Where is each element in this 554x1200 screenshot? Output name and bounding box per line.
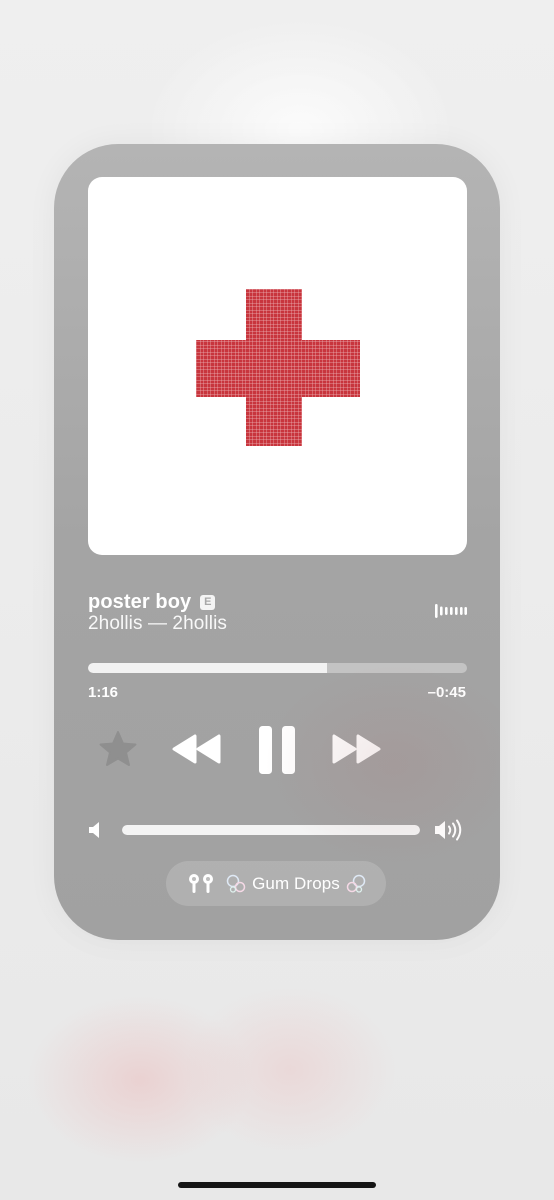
elapsed-time: 1:16	[88, 684, 119, 701]
track-title-row[interactable]: poster boy E	[88, 588, 216, 616]
airpods-icon	[189, 873, 214, 893]
volume-low-icon	[89, 822, 99, 838]
track-title: poster boy	[88, 590, 192, 613]
now-playing-card: poster boy E 2hollis — 2hollis 1:16 –0:4…	[54, 144, 500, 940]
fast-forward-icon	[332, 734, 381, 764]
artist-album-link[interactable]: 2hollis — 2hollis	[88, 613, 227, 635]
home-indicator[interactable]	[178, 1182, 376, 1188]
remaining-time: –0:45	[427, 684, 466, 701]
pause-button[interactable]	[254, 724, 300, 776]
favorite-star-button[interactable]	[98, 729, 138, 769]
playback-scrubber[interactable]	[88, 663, 467, 673]
rewind-button[interactable]	[169, 730, 225, 768]
star-icon	[99, 731, 137, 766]
pause-icon	[259, 726, 295, 774]
album-artwork[interactable]	[88, 177, 467, 555]
explicit-badge: E	[200, 594, 216, 610]
playback-progress-fill	[88, 663, 327, 673]
audio-output-picker[interactable]: Gum Drops	[166, 861, 386, 906]
bubbles-icon	[226, 874, 246, 893]
volume-high-icon	[435, 819, 462, 841]
fast-forward-button[interactable]	[328, 730, 384, 768]
bubbles-icon	[346, 874, 366, 893]
volume-slider[interactable]	[122, 825, 420, 835]
waveform-icon[interactable]	[435, 603, 467, 619]
rewind-icon	[172, 734, 221, 764]
red-cross-artwork	[196, 289, 360, 446]
volume-level-fill	[122, 825, 420, 835]
output-device-name: Gum Drops	[252, 873, 340, 893]
